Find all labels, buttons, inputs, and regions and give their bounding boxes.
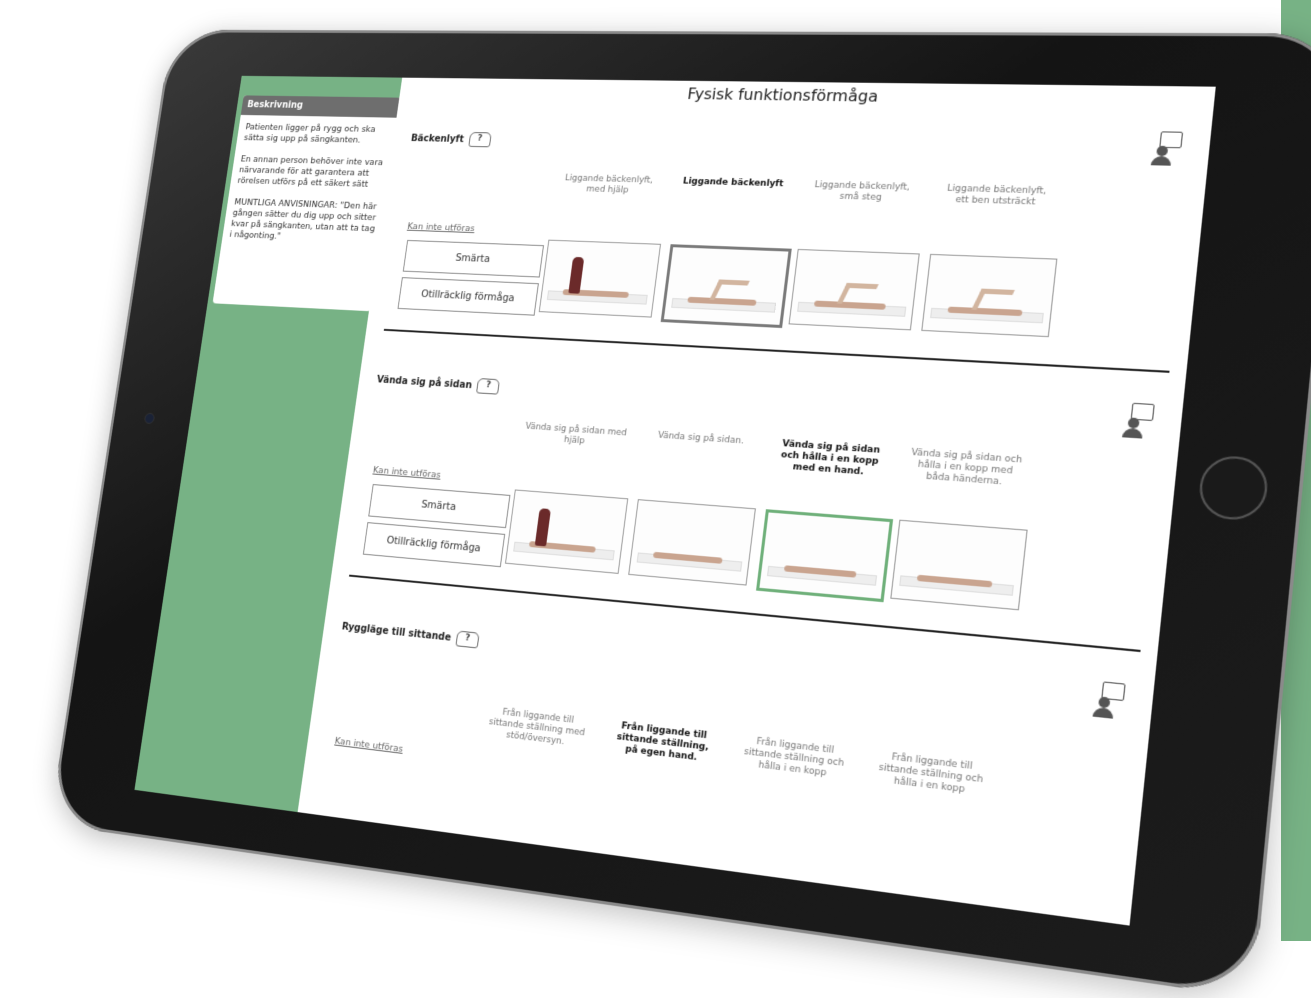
section-title: Bäckenlyft? (410, 131, 492, 148)
option-image-selected[interactable] (756, 509, 894, 603)
help-book-icon[interactable]: ? (455, 630, 480, 649)
option-label: Liggande bäckenlyft, ett ben utsträckt (946, 183, 1047, 208)
option-label: Från liggande till sittande ställning me… (488, 707, 586, 748)
main-content[interactable]: Fysisk funktionsförmåga Bäckenlyft? Kan … (297, 77, 1216, 926)
section-vanda-sig: Vända sig på sidan? Kan inte utföras Smä… (346, 372, 1164, 673)
option-image[interactable] (890, 519, 1028, 611)
option-label: Liggande bäckenlyft, med hjälp (564, 173, 654, 196)
section-title: Vända sig på sidan? (376, 372, 501, 395)
option-label: Vända sig på sidan och hålla i en kopp m… (780, 439, 881, 478)
cannot-perform-link[interactable]: Kan inte utföras (407, 221, 476, 234)
section-title-text: Ryggläge till sittande (341, 621, 452, 644)
section-title-text: Vända sig på sidan (376, 374, 473, 392)
help-book-icon[interactable]: ? (468, 132, 492, 148)
option-image[interactable] (538, 239, 662, 318)
section-title-text: Bäckenlyft (410, 133, 465, 145)
pain-button[interactable]: Smärta (402, 239, 545, 278)
option-label: Från liggande till sittande ställning, p… (616, 721, 710, 764)
option-image[interactable] (921, 253, 1058, 338)
option-image[interactable] (504, 489, 629, 574)
option-label: Liggande bäckenlyft, små steg (814, 180, 911, 203)
section-title: Ryggläge till sittande? (341, 619, 480, 649)
insufficient-ability-button[interactable]: Otillräcklig förmåga (397, 277, 539, 316)
speech-person-icon[interactable] (1120, 402, 1155, 440)
page-title: Fysisk funktionsförmåga (686, 84, 880, 106)
option-image[interactable] (628, 499, 756, 586)
option-image-selected[interactable] (660, 244, 792, 329)
tablet-device: Beskrivning Patienten ligger på rygg och… (49, 29, 1311, 998)
insufficient-ability-button[interactable]: Otillräcklig förmåga (362, 522, 506, 568)
section-backenlyft: Bäckenlyft? Kan inte utföras Smärta Otil… (381, 131, 1193, 393)
option-label: Vända sig på sidan och hålla i en kopp m… (910, 447, 1023, 488)
option-label: Liggande bäckenlyft (682, 176, 784, 190)
option-label: Vända sig på sidan. (657, 430, 745, 447)
option-label: Från liggande till sittande ställning oc… (743, 736, 845, 779)
speech-person-icon[interactable] (1090, 680, 1126, 720)
description-paragraph: En annan person behöver inte vara närvar… (236, 154, 384, 190)
cannot-perform-link[interactable]: Kan inte utföras (334, 736, 404, 755)
cannot-perform-link[interactable]: Kan inte utföras (372, 465, 441, 481)
help-book-icon[interactable]: ? (476, 378, 501, 395)
option-label: Vända sig på sidan med hjälp (524, 421, 628, 447)
option-label: Från liggande till sittande ställning oc… (878, 752, 984, 796)
description-paragraph: Patienten ligger på rygg och ska sätta s… (243, 122, 377, 146)
option-image[interactable] (788, 248, 920, 331)
description-body: Patienten ligger på rygg och ska sätta s… (219, 115, 398, 265)
speech-person-icon[interactable] (1148, 131, 1184, 167)
pain-button[interactable]: Smärta (368, 484, 511, 529)
description-paragraph: MUNTLIGA ANVISNINGAR: "Den här gången sä… (228, 197, 378, 242)
app-screen: Beskrivning Patienten ligger på rygg och… (134, 75, 1216, 926)
